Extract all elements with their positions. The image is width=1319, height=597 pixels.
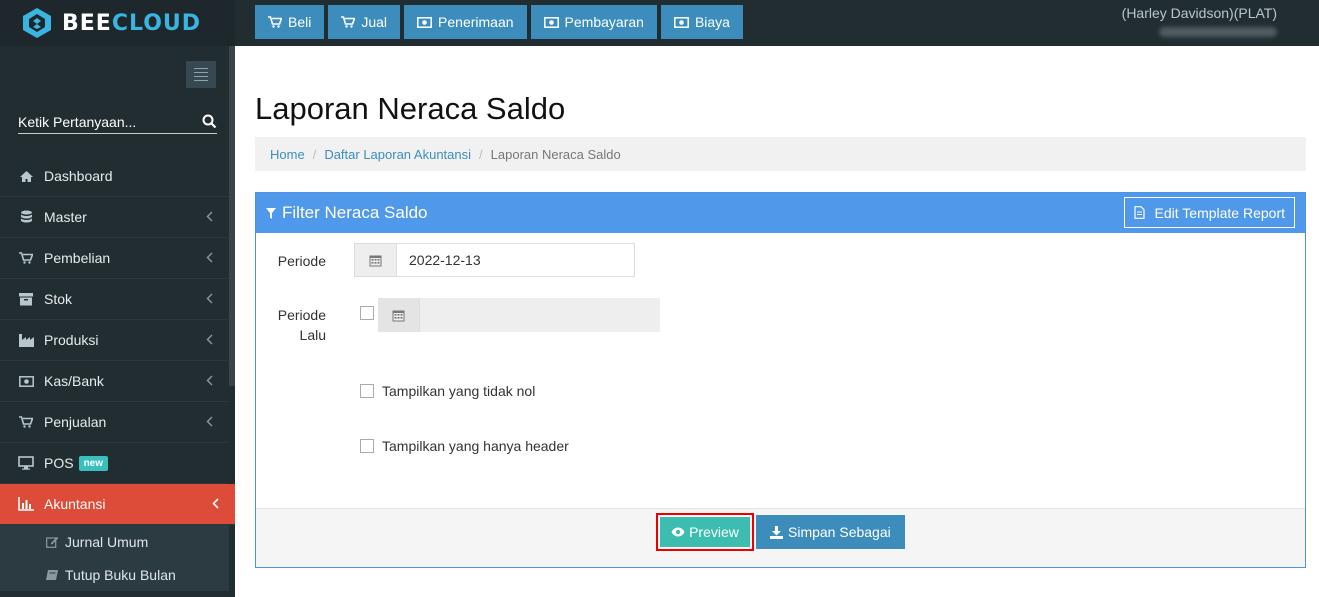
sidebar-item-master[interactable]: Master (0, 197, 229, 238)
archive-icon (18, 291, 34, 307)
save-as-button[interactable]: Simpan Sebagai (756, 515, 905, 549)
cart-icon (341, 16, 356, 28)
chevron-left-icon (206, 375, 213, 386)
new-badge: new (78, 455, 109, 471)
money-icon (543, 16, 559, 28)
brand-name: BEECLOUD (62, 10, 202, 36)
user-menu[interactable]: (Harley Davidson)(PLAT) (1122, 5, 1277, 37)
filter-panel-footer: Preview Simpan Sebagai (256, 508, 1305, 567)
biaya-button[interactable]: Biaya (660, 5, 743, 39)
pembayaran-button[interactable]: Pembayaran (530, 5, 657, 39)
logo-hex-icon (22, 7, 52, 39)
download-icon (770, 525, 783, 539)
money-icon (673, 16, 689, 28)
database-icon (18, 209, 34, 225)
sidebar-item-kas-bank[interactable]: Kas/Bank (0, 361, 229, 402)
sidebar-menu: Dashboard Master Pembelian Stok Produksi… (0, 156, 242, 591)
edit-icon (46, 536, 59, 548)
filter-title: Filter Neraca Saldo (282, 203, 428, 222)
chevron-left-icon (206, 334, 213, 345)
sidebar-subitem-jurnal-umum[interactable]: Jurnal Umum (0, 525, 229, 558)
hanya-header-label[interactable]: Tampilkan yang hanya header (382, 438, 569, 454)
brand-logo[interactable]: BEECLOUD (0, 0, 235, 46)
edit-template-button[interactable]: Edit Template Report (1123, 197, 1295, 228)
bar-chart-icon (18, 496, 34, 512)
page-title: Laporan Neraca Saldo (255, 91, 566, 126)
chevron-left-icon (206, 252, 213, 263)
periode-date-group (354, 243, 635, 277)
home-icon (18, 168, 34, 184)
cart-icon (18, 250, 34, 266)
beli-button[interactable]: Beli (255, 5, 325, 39)
preview-highlight: Preview (656, 513, 754, 551)
breadcrumb-current: Laporan Neraca Saldo (490, 146, 621, 162)
calendar-icon[interactable] (378, 298, 420, 332)
top-navbar: BEECLOUD Beli Jual Penerimaan Pembayaran… (0, 0, 1319, 46)
user-email-blurred (1159, 27, 1277, 37)
quick-actions: Beli Jual Penerimaan Pembayaran Biaya (255, 5, 743, 39)
periode-lalu-checkbox[interactable] (360, 306, 374, 320)
filter-icon (266, 207, 276, 219)
sidebar-item-akuntansi[interactable]: Akuntansi (0, 484, 242, 525)
periode-lalu-date-input[interactable] (420, 298, 660, 332)
money-icon (18, 373, 34, 389)
periode-label: Periode (277, 253, 326, 269)
chevron-left-icon (206, 416, 213, 427)
tidak-nol-checkbox[interactable] (360, 384, 374, 398)
hanya-header-checkbox[interactable] (360, 439, 374, 453)
akuntansi-submenu: Jurnal Umum Tutup Buku Bulan (0, 525, 229, 591)
periode-lalu-date-group (378, 298, 660, 332)
jual-button[interactable]: Jual (328, 5, 401, 39)
calendar-icon[interactable] (355, 244, 397, 276)
cart-icon (268, 16, 282, 28)
filter-panel: Filter Neraca Saldo Edit Template Report… (255, 192, 1306, 568)
preview-button[interactable]: Preview (660, 517, 750, 547)
sidebar-item-dashboard[interactable]: Dashboard (0, 156, 229, 197)
breadcrumb-home[interactable]: Home (270, 147, 305, 162)
user-company: (Harley Davidson)(PLAT) (1121, 5, 1277, 21)
chevron-left-icon (206, 211, 213, 222)
tidak-nol-label[interactable]: Tampilkan yang tidak nol (382, 383, 535, 399)
sidebar-item-pos[interactable]: POS new (0, 443, 229, 484)
search-input[interactable] (18, 113, 188, 130)
sidebar: Dashboard Master Pembelian Stok Produksi… (0, 46, 242, 597)
main-content: Laporan Neraca Saldo Home / Daftar Lapor… (235, 46, 1319, 597)
periode-date-input[interactable] (397, 244, 634, 276)
filter-panel-header: Filter Neraca Saldo Edit Template Report (256, 193, 1305, 233)
sidebar-item-pembelian[interactable]: Pembelian (0, 238, 229, 279)
monitor-icon (18, 455, 34, 471)
cart-icon (18, 414, 34, 430)
search-icon[interactable] (202, 114, 217, 129)
eye-icon (671, 527, 685, 537)
chevron-left-icon (212, 498, 219, 509)
money-icon (417, 16, 432, 28)
sidebar-item-penjualan[interactable]: Penjualan (0, 402, 229, 443)
sidebar-toggle-button[interactable] (186, 61, 216, 88)
sidebar-search (18, 110, 217, 134)
penerimaan-button[interactable]: Penerimaan (404, 5, 527, 39)
sidebar-item-produksi[interactable]: Produksi (0, 320, 229, 361)
breadcrumb: Home / Daftar Laporan Akuntansi / Lapora… (255, 137, 1306, 171)
book-icon (46, 569, 59, 581)
industry-icon (18, 332, 34, 348)
periode-lalu-label: Periode Lalu (277, 307, 326, 343)
sidebar-item-stok[interactable]: Stok (0, 279, 229, 320)
sidebar-subitem-tutup-buku[interactable]: Tutup Buku Bulan (0, 558, 229, 591)
chevron-left-icon (206, 293, 213, 304)
file-icon (1133, 206, 1145, 219)
breadcrumb-daftar-laporan[interactable]: Daftar Laporan Akuntansi (324, 147, 471, 162)
